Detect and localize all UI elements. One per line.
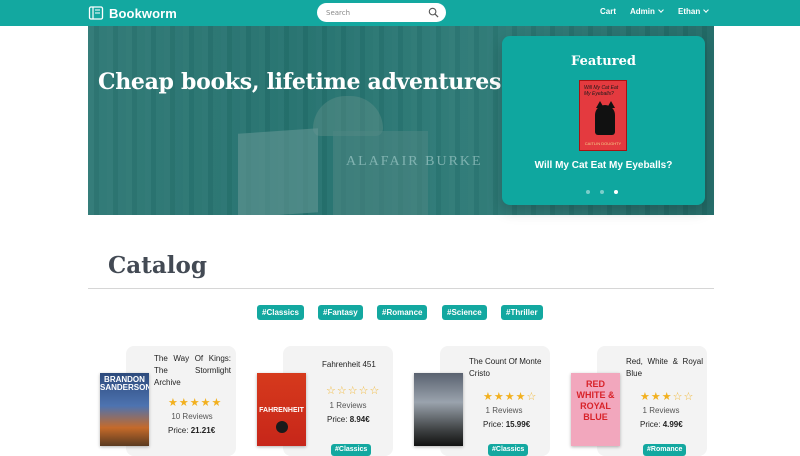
tag-science[interactable]: #Science <box>442 305 487 320</box>
chevron-down-icon <box>703 7 710 13</box>
star-filled-icon: ★ <box>211 396 222 409</box>
tag-romance[interactable]: #Romance <box>377 305 428 320</box>
carousel-indicators <box>586 190 618 194</box>
carousel-dot-3[interactable] <box>614 190 618 194</box>
tag-thriller[interactable]: #Thriller <box>501 305 543 320</box>
top-navbar: Bookworm Cart Admin Ethan <box>0 0 800 26</box>
book-logo-icon <box>88 6 104 20</box>
book-title[interactable]: Fahrenheit 451 <box>322 359 376 371</box>
star-rating: ★ ★ ★ ☆ ☆ <box>640 391 693 403</box>
chevron-down-icon <box>658 7 664 13</box>
book-cover[interactable] <box>414 373 463 446</box>
book-title[interactable]: The Count Of Monte Cristo <box>469 356 549 380</box>
price-label: Price: <box>640 420 661 429</box>
search-input[interactable] <box>326 6 426 19</box>
featured-book-title[interactable]: Will My Cat Eat My Eyeballs? <box>502 160 705 171</box>
tag-classics[interactable]: #Classics <box>257 305 304 320</box>
book-cover-text: RED WHITE & ROYAL BLUE <box>576 379 615 422</box>
star-empty-icon: ☆ <box>347 384 358 397</box>
book-title[interactable]: The Way Of Kings: The Stormlight Archive <box>154 353 231 389</box>
book-cover[interactable]: RED WHITE & ROYAL BLUE <box>571 373 620 446</box>
star-empty-icon: ☆ <box>683 390 694 403</box>
book-cover-text: FAHRENHEIT <box>259 407 304 414</box>
featured-cover-text: Will My Cat Eat My Eyeballs? <box>584 85 619 97</box>
price-value: 15.99€ <box>505 420 531 429</box>
nav-admin-dropdown[interactable]: Admin <box>630 7 664 16</box>
star-filled-icon: ★ <box>178 396 189 409</box>
book-price: Price: 8.94€ <box>327 415 370 424</box>
catalog-heading: Catalog <box>108 252 207 279</box>
price-label: Price: <box>327 415 348 424</box>
star-filled-icon: ★ <box>483 390 493 403</box>
star-empty-icon: ☆ <box>326 384 336 397</box>
carousel-dot-2[interactable] <box>600 190 604 194</box>
featured-book-cover[interactable]: Will My Cat Eat My Eyeballs? CAITLIN DOU… <box>579 80 627 151</box>
star-filled-icon: ★ <box>650 390 661 403</box>
book-tag[interactable]: #Romance <box>643 444 687 456</box>
star-rating: ☆ ☆ ☆ ☆ ☆ <box>326 385 379 397</box>
star-filled-icon: ★ <box>168 396 178 409</box>
star-filled-icon: ★ <box>640 390 650 403</box>
featured-heading: Featured <box>571 54 636 69</box>
book-cover[interactable]: BRANDON SANDERSON <box>100 373 149 446</box>
star-rating: ★ ★ ★ ★ ★ <box>168 397 221 409</box>
nav-cart-link[interactable]: Cart <box>600 7 616 16</box>
nav-admin-label: Admin <box>630 7 655 16</box>
search-box <box>317 3 446 22</box>
star-filled-icon: ★ <box>661 390 672 403</box>
book-tag[interactable]: #Classics <box>331 444 372 456</box>
book-cover-text: BRANDON SANDERSON <box>100 375 149 392</box>
star-empty-icon: ☆ <box>672 390 683 403</box>
nav-user-label: Ethan <box>678 7 701 16</box>
brand-link[interactable]: Bookworm <box>88 3 177 23</box>
search-icon[interactable] <box>428 7 439 18</box>
review-count[interactable]: 1 Reviews <box>621 406 701 415</box>
book-price: Price: 4.99€ <box>640 420 683 429</box>
price-value: 21.21€ <box>190 426 216 435</box>
book-tag[interactable]: #Classics <box>488 444 529 456</box>
carousel-dot-1[interactable] <box>586 190 590 194</box>
star-filled-icon: ★ <box>504 390 515 403</box>
star-empty-icon: ☆ <box>336 384 347 397</box>
star-empty-icon: ☆ <box>358 384 369 397</box>
star-rating: ★ ★ ★ ★ ☆ <box>483 391 536 403</box>
featured-cover-author: CAITLIN DOUGHTY <box>584 141 622 146</box>
star-empty-icon: ☆ <box>526 390 537 403</box>
hero-headline: Cheap books, lifetime adventures! <box>98 69 511 95</box>
cat-silhouette <box>595 105 615 135</box>
star-filled-icon: ★ <box>189 396 200 409</box>
book-title[interactable]: Red, White & Royal Blue <box>626 356 703 380</box>
featured-carousel[interactable]: Featured Will My Cat Eat My Eyeballs? CA… <box>502 36 705 205</box>
star-filled-icon: ★ <box>515 390 526 403</box>
brand-name: Bookworm <box>109 5 177 21</box>
star-filled-icon: ★ <box>493 390 504 403</box>
review-count[interactable]: 10 Reviews <box>152 412 232 421</box>
cover-emblem <box>276 421 288 433</box>
star-filled-icon: ★ <box>200 396 211 409</box>
book-price: Price: 21.21€ <box>168 426 215 435</box>
book-price: Price: 15.99€ <box>483 420 530 429</box>
nav-user-dropdown[interactable]: Ethan <box>678 7 710 16</box>
star-empty-icon: ☆ <box>369 384 380 397</box>
price-value: 4.99€ <box>662 420 683 429</box>
price-label: Price: <box>168 426 189 435</box>
review-count[interactable]: 1 Reviews <box>464 406 544 415</box>
book-cover[interactable]: FAHRENHEIT <box>257 373 306 446</box>
tag-fantasy[interactable]: #Fantasy <box>318 305 363 320</box>
price-label: Price: <box>483 420 504 429</box>
divider <box>88 288 714 289</box>
review-count[interactable]: 1 Reviews <box>308 401 388 410</box>
price-value: 8.94€ <box>349 415 370 424</box>
